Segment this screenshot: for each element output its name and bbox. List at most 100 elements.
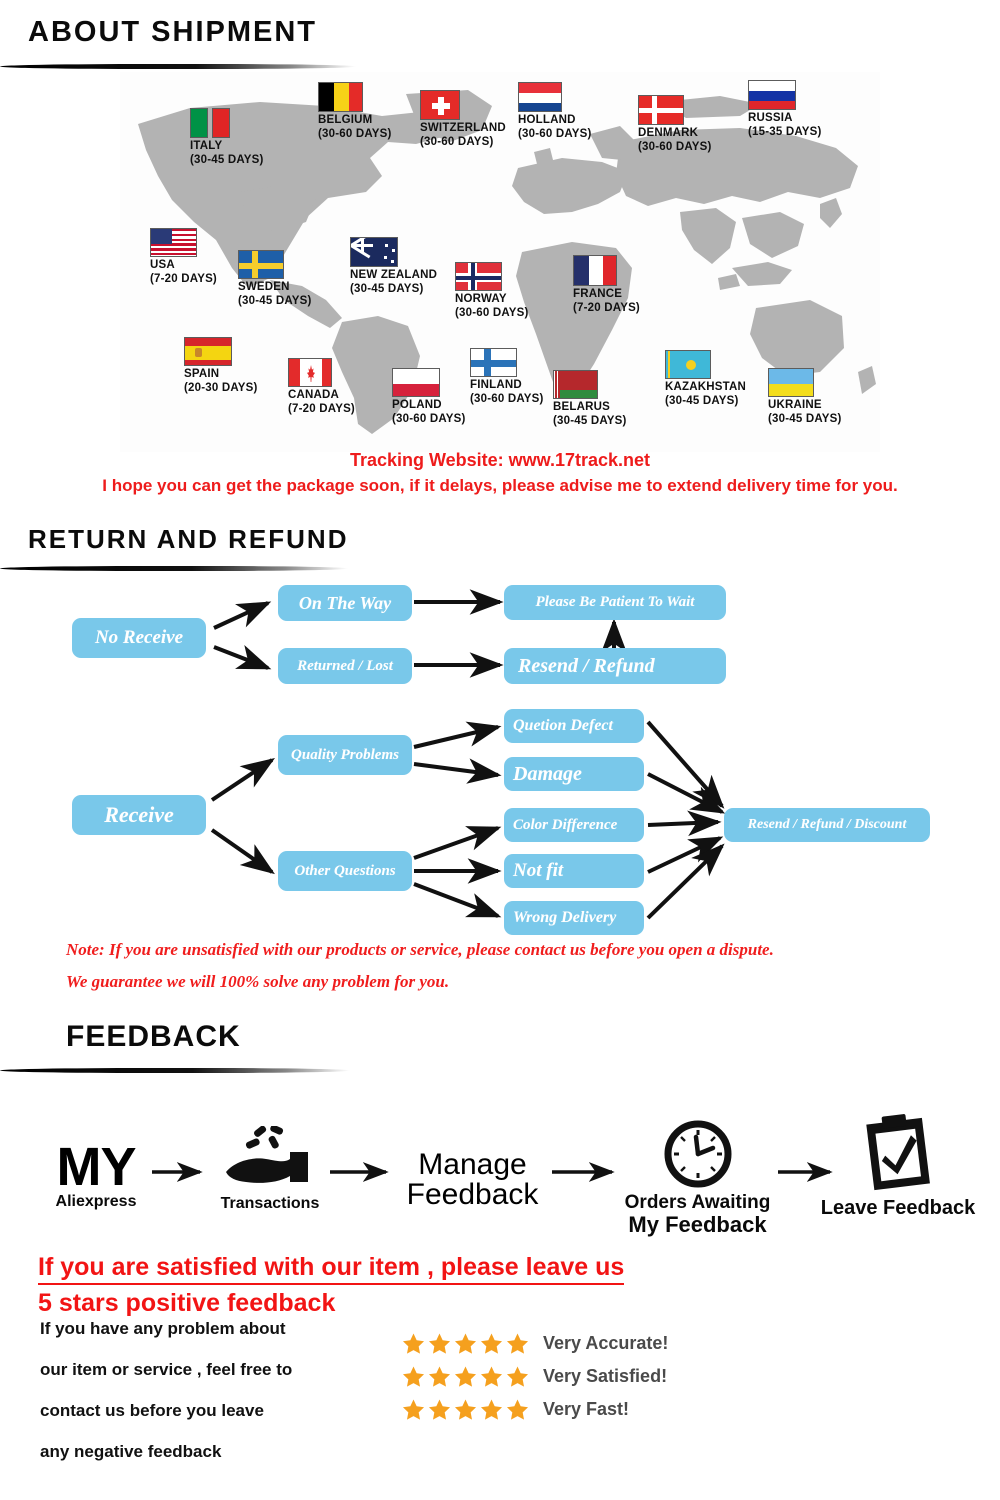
flow-box-damage[interactable]: Damage: [504, 757, 644, 791]
star-icon: [454, 1333, 477, 1354]
hand-coins-icon: [226, 1126, 308, 1183]
flow-box-quetion-defect[interactable]: Quetion Defect: [504, 709, 644, 743]
country-spain: SPAIN (20-30 DAYS): [184, 337, 258, 395]
shipment-divider: [0, 64, 356, 69]
flow-box-be-patient[interactable]: Please Be Patient To Wait: [504, 585, 726, 620]
country-days: (30-45 DAYS): [190, 153, 264, 166]
flag-denmark: [638, 95, 684, 125]
flag-spain: [184, 337, 232, 366]
rating-label: Very Accurate!: [543, 1333, 669, 1353]
star-icon: [480, 1366, 503, 1387]
country-france: FRANCE (7-20 DAYS): [573, 255, 640, 315]
flag-switzerland: [420, 90, 460, 120]
star-icon: [480, 1399, 503, 1420]
country-italy: ITALY (30-45 DAYS): [190, 108, 264, 167]
country-finland: FINLAND (30-60 DAYS): [470, 348, 544, 406]
about-shipment-title: ABOUT SHIPMENT: [28, 16, 317, 48]
flag-canada: [288, 358, 332, 387]
feedback-step-orders-awaiting: Orders Awaiting My Feedback: [615, 1118, 780, 1236]
country-belarus: BELARUS (30-45 DAYS): [553, 370, 627, 428]
star-icon: [506, 1399, 529, 1420]
flow-box-receive[interactable]: Receive: [72, 795, 206, 835]
flag-poland: [392, 368, 440, 397]
country-name: ITALY: [190, 140, 223, 152]
country-ukraine: UKRAINE (30-45 DAYS): [768, 368, 842, 426]
problem-help-text: If you have any problem about our item o…: [40, 1320, 292, 1460]
country-denmark: DENMARK (30-60 DAYS): [638, 95, 712, 154]
country-sweden: SWEDEN (30-45 DAYS): [238, 250, 312, 308]
help-line-2: our item or service , feel free to: [40, 1360, 293, 1379]
feedback-title: FEEDBACK: [66, 1020, 241, 1053]
country-russia: RUSSIA (15-35 DAYS): [748, 80, 822, 139]
star-group: [402, 1398, 529, 1421]
country-new-zealand: NEW ZEALAND (30-45 DAYS): [350, 237, 437, 296]
my-aliexpress-label: Aliexpress: [55, 1192, 137, 1210]
my-wordmark: MY: [56, 1137, 137, 1197]
flag-belarus: [553, 370, 598, 399]
orders-awaiting-line-2: My Feedback: [628, 1211, 767, 1237]
star-group: [402, 1365, 529, 1388]
rating-row-satisfied: Very Satisfied!: [402, 1365, 667, 1388]
flow-box-color-difference[interactable]: Color Difference: [504, 808, 644, 842]
flag-kazakhstan: [665, 350, 711, 379]
flag-france: [573, 255, 617, 286]
flow-box-wrong-delivery[interactable]: Wrong Delivery: [504, 901, 644, 935]
feedback-step-manage-feedback: Manage Feedback: [390, 1150, 555, 1210]
rating-label: Very Satisfied!: [543, 1366, 668, 1386]
feedback-step-leave-feedback: Leave Feedback: [818, 1110, 978, 1219]
country-holland: HOLLAND (30-60 DAYS): [518, 82, 592, 141]
flow-box-not-fit[interactable]: Not fit: [504, 854, 644, 888]
flag-norway: [455, 262, 502, 291]
rating-row-fast: Very Fast!: [402, 1398, 629, 1421]
flag-new-zealand: [350, 237, 398, 267]
flow-box-resend-refund[interactable]: Resend / Refund: [504, 648, 726, 684]
country-belgium: BELGIUM (30-60 DAYS): [318, 82, 392, 141]
star-icon: [428, 1333, 451, 1354]
feedback-step-transactions: Transactions: [205, 1126, 335, 1213]
flag-holland: [518, 82, 562, 112]
star-icon: [402, 1366, 425, 1387]
help-line-3: contact us before you leave: [40, 1401, 264, 1420]
star-icon: [402, 1333, 425, 1354]
flag-sweden: [238, 250, 284, 279]
star-icon: [506, 1366, 529, 1387]
flag-ukraine: [768, 368, 814, 397]
flow-box-returned-lost[interactable]: Returned / Lost: [278, 648, 412, 684]
star-icon: [454, 1399, 477, 1420]
star-icon: [480, 1333, 503, 1354]
manage-line-1: Manage: [418, 1148, 527, 1181]
flag-finland: [470, 348, 517, 377]
flag-belgium: [318, 82, 363, 112]
country-kazakhstan: KAZAKHSTAN (30-45 DAYS): [665, 350, 746, 408]
flow-box-on-the-way[interactable]: On The Way: [278, 585, 412, 621]
dispute-note-line-1: Note: If you are unsatisfied with our pr…: [66, 940, 774, 959]
rating-label: Very Fast!: [543, 1399, 630, 1419]
flow-box-other-questions[interactable]: Other Questions: [278, 851, 412, 891]
transactions-label: Transactions: [220, 1195, 320, 1212]
delivery-delay-line: I hope you can get the package soon, if …: [102, 476, 898, 495]
tracking-website-line: Tracking Website: www.17track.net: [349, 450, 651, 470]
country-switzerland: SWITZERLAND (30-60 DAYS): [420, 90, 506, 149]
star-group: [402, 1332, 529, 1355]
flag-russia: [748, 80, 796, 110]
clock-icon: [664, 1120, 731, 1188]
flow-box-quality-problems[interactable]: Quality Problems: [278, 735, 412, 775]
flow-box-resend-refund-discount[interactable]: Resend / Refund / Discount: [724, 808, 930, 842]
country-usa: USA (7-20 DAYS): [150, 228, 217, 286]
return-refund-title: RETURN AND REFUND: [28, 524, 349, 554]
star-icon: [428, 1399, 451, 1420]
star-icon: [428, 1366, 451, 1387]
feedback-divider: [0, 1068, 350, 1073]
help-line-4: any negative feedback: [40, 1442, 222, 1461]
country-poland: POLAND (30-60 DAYS): [392, 368, 466, 426]
dispute-note-line-2: We guarantee we will 100% solve any prob…: [66, 972, 450, 991]
orders-awaiting-line-1: Orders Awaiting: [624, 1192, 771, 1213]
country-norway: NORWAY (30-60 DAYS): [455, 262, 529, 320]
clipboard-check-icon: [866, 1114, 930, 1191]
help-line-1: If you have any problem about: [40, 1319, 286, 1338]
return-divider: [0, 566, 348, 571]
star-icon: [402, 1399, 425, 1420]
flow-box-no-receive[interactable]: No Receive: [72, 618, 206, 658]
rating-row-accurate: Very Accurate!: [402, 1332, 668, 1355]
country-canada: CANADA (7-20 DAYS): [288, 358, 355, 416]
